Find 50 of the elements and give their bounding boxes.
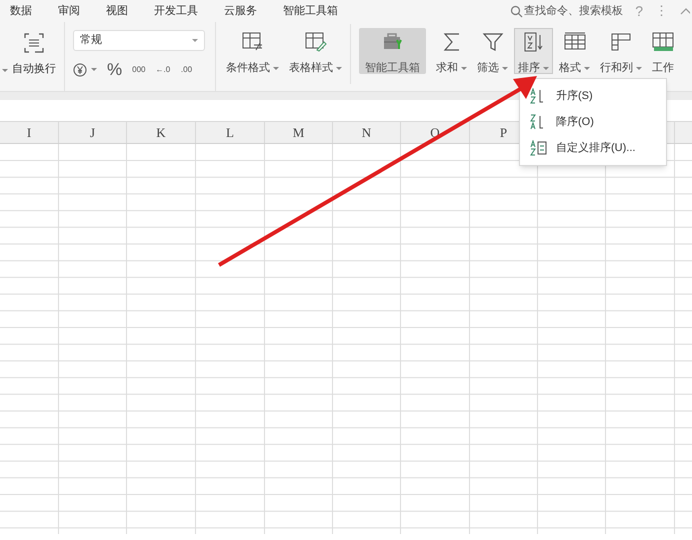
menu-tab[interactable]: 视图 (106, 2, 128, 20)
column-header[interactable]: M (292, 122, 304, 142)
column-header[interactable]: J (90, 122, 96, 142)
caret-icon (91, 68, 97, 72)
currency-icon[interactable] (73, 62, 87, 77)
increase-decimal-button[interactable]: ←.0 (155, 66, 170, 74)
worksheet-icon (652, 32, 674, 52)
search-field[interactable]: 查找命令、搜索模板 (510, 2, 624, 20)
custom-sort-icon (530, 140, 548, 156)
caret-icon (192, 39, 198, 42)
toolbox-icon (382, 32, 404, 52)
filter-button[interactable]: 筛选 (473, 28, 512, 74)
rows-columns-icon (610, 32, 632, 52)
sort-button[interactable]: 排序 (514, 28, 553, 74)
format-button[interactable]: 格式 (555, 28, 594, 74)
menu-tab[interactable]: 云服务 (224, 2, 257, 20)
thousands-button[interactable]: 000 (132, 66, 146, 74)
sum-button[interactable]: 求和 (432, 28, 471, 74)
format-grid-icon (564, 32, 586, 52)
menu-tab[interactable]: 智能工具箱 (283, 2, 338, 20)
sort-descending-icon (530, 114, 544, 130)
search-icon (510, 4, 524, 18)
conditional-format-icon (242, 32, 264, 52)
sort-icon (522, 32, 544, 52)
caret-icon (2, 69, 8, 72)
menu-item[interactable]: 降序(O) (520, 109, 666, 135)
menu-tab[interactable]: 开发工具 (154, 2, 198, 20)
decrease-decimal-button[interactable]: .00 (179, 66, 194, 74)
column-header[interactable]: K (156, 122, 166, 142)
column-header[interactable]: L (226, 122, 234, 142)
collapse-icon[interactable] (680, 7, 690, 15)
column-header[interactable]: P (500, 122, 508, 142)
column-header[interactable]: I (26, 122, 32, 142)
wrap-text-button[interactable]: 自动换行 (12, 32, 56, 77)
conditional-format-button[interactable]: 条件格式 (222, 28, 283, 74)
table-style-button[interactable]: 表格样式 (285, 28, 346, 74)
menu-item[interactable]: 自定义排序(U)... (520, 135, 666, 161)
menu-tab[interactable]: 数据 (10, 2, 32, 20)
filter-icon (482, 32, 504, 52)
wrap-text-icon (23, 32, 45, 52)
table-style-icon (304, 32, 326, 52)
rows-columns-button[interactable]: 行和列 (596, 28, 646, 74)
menu-item[interactable]: 升序(S) (520, 83, 666, 109)
number-format-dropdown[interactable]: 常规 (73, 30, 205, 51)
column-header[interactable]: N (362, 122, 372, 142)
worksheet-button[interactable]: 工作 (648, 28, 678, 74)
menu-tab[interactable]: 审阅 (58, 2, 80, 20)
percent-button[interactable]: % (107, 57, 122, 82)
toolbox-button[interactable]: 智能工具箱 (359, 28, 426, 74)
sort-ascending-icon (530, 88, 544, 104)
